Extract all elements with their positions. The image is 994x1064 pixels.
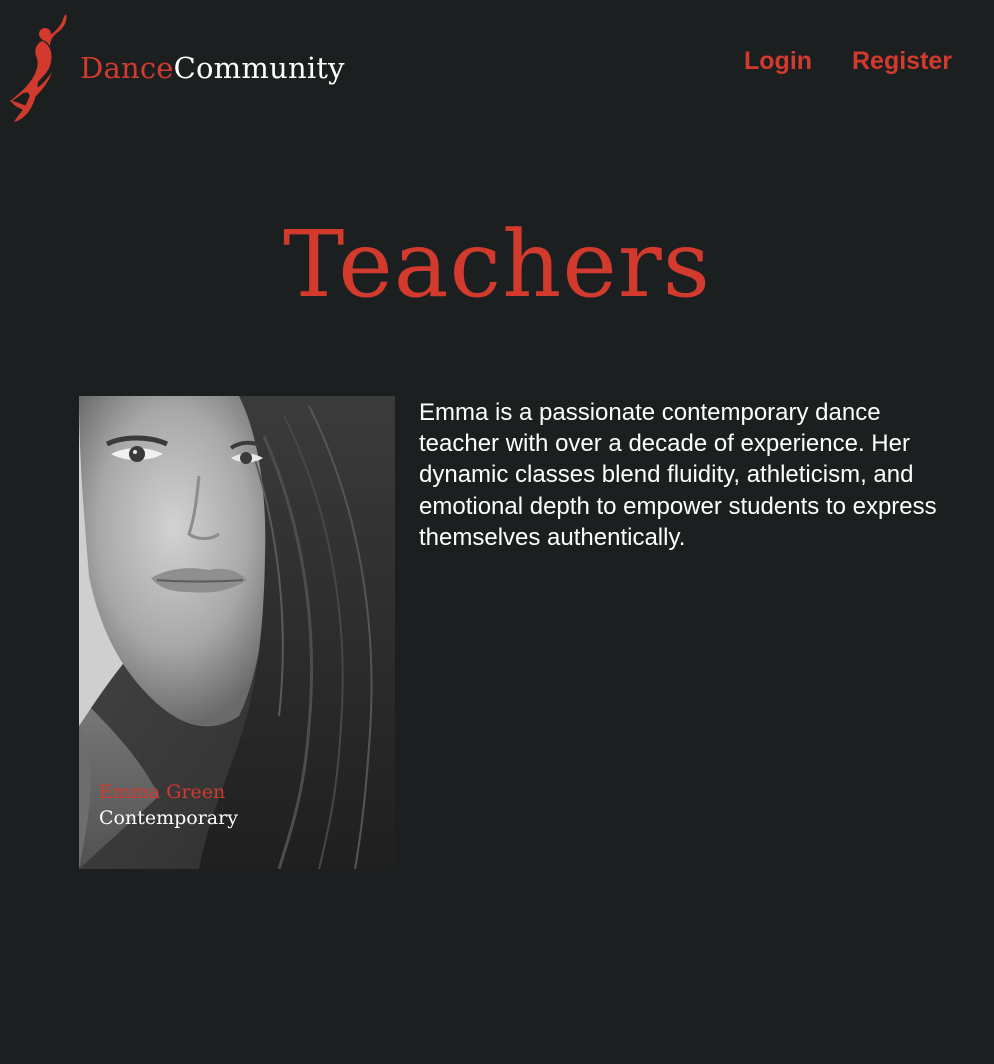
page-title: Teachers: [283, 211, 711, 318]
teacher-bio: Emma is a passionate contemporary dance …: [419, 399, 937, 551]
brand-name-part2: Community: [173, 51, 345, 85]
dancer-logo-icon: [9, 14, 67, 122]
teacher-dance-style: Contemporary: [99, 807, 238, 829]
brand-name: DanceCommunity: [80, 50, 345, 86]
teacher-name: Emma Green: [99, 781, 226, 803]
brand-name-part1: Dance: [80, 51, 174, 85]
login-link[interactable]: Login: [744, 44, 812, 78]
register-link[interactable]: Register: [852, 44, 952, 78]
